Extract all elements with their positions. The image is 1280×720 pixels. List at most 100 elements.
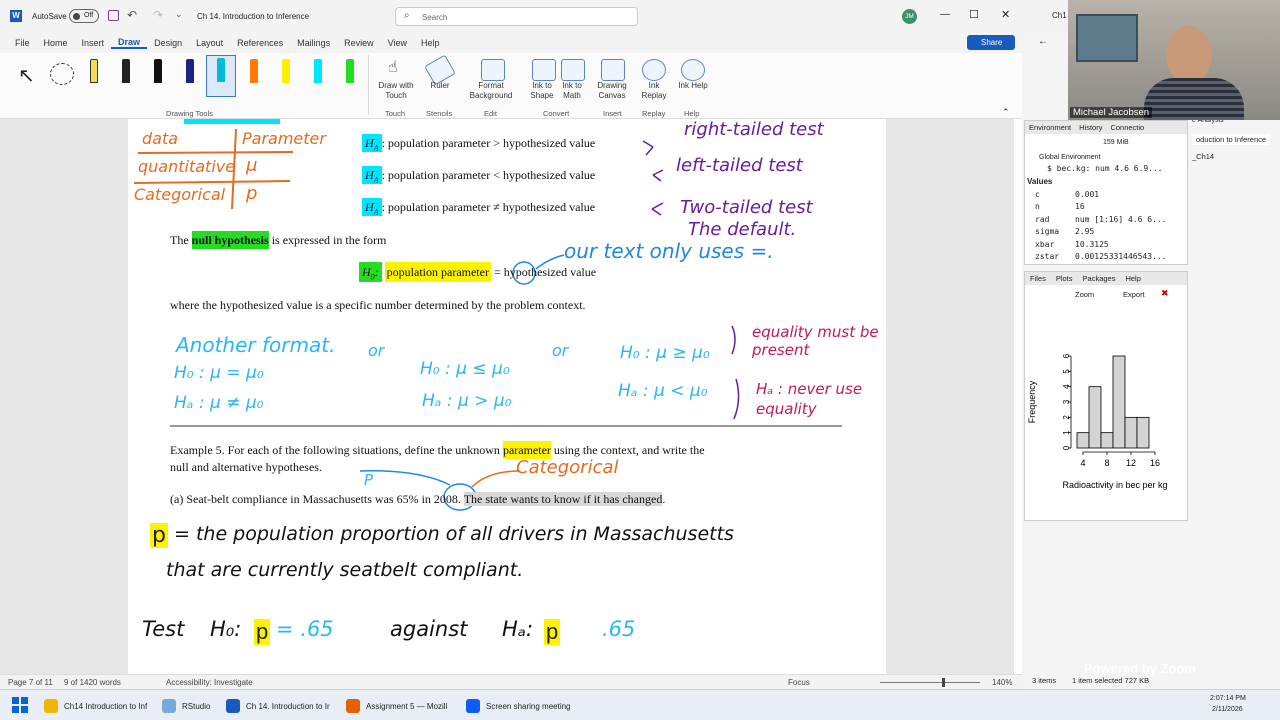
start-icon[interactable] xyxy=(12,697,28,713)
tab-file[interactable]: File xyxy=(8,38,37,48)
clear-plot-icon[interactable]: ✖ xyxy=(1161,288,1169,299)
ink-to-math-button[interactable]: Ink to Math xyxy=(557,81,587,101)
ink-help-button[interactable]: Ink Help xyxy=(678,81,708,91)
tab-layout[interactable]: Layout xyxy=(189,38,230,48)
value-row[interactable]: rad num [1:16] 4.6 6... xyxy=(1025,213,1183,226)
taskbar-item[interactable]: Screen sharing meeting xyxy=(466,694,571,718)
draw-with-touch-icon[interactable]: ☝ xyxy=(388,57,398,77)
taskbar-item[interactable]: Assignment 5 — Mozill xyxy=(346,694,447,718)
maximize-icon[interactable]: ☐ xyxy=(969,8,979,21)
tab-help[interactable]: Help xyxy=(414,38,447,48)
ink-to-shape-icon[interactable] xyxy=(532,59,556,81)
pen-tool-black-1-icon[interactable] xyxy=(116,57,136,93)
files-tab-help[interactable]: Help xyxy=(1120,272,1145,285)
memory-usage[interactable]: 159 MiB xyxy=(1103,139,1129,146)
ruler-button[interactable]: Ruler xyxy=(425,81,455,91)
lasso-select-icon[interactable] xyxy=(50,63,74,85)
export-button[interactable]: Export xyxy=(1123,290,1145,299)
highlighter-cyan-icon[interactable] xyxy=(308,57,328,93)
files-tab-plots[interactable]: Plots xyxy=(1051,272,1078,285)
clock-date[interactable]: 2/11/2026 xyxy=(1212,706,1243,713)
customize-qat-icon[interactable]: ⌄ xyxy=(175,9,183,20)
clock-time[interactable]: 2:07:14 PM xyxy=(1210,695,1246,702)
drawing-canvas-button[interactable]: Drawing Canvas xyxy=(593,81,631,101)
ink-replay-button[interactable]: Ink Replay xyxy=(637,81,671,101)
global-env-select[interactable]: Global Environment xyxy=(1039,154,1100,161)
rstudio-window: Ch1 ← e Analysis oduction to Inference _… xyxy=(1022,0,1280,689)
undo-icon[interactable]: ↶ xyxy=(127,8,137,22)
share-button[interactable]: Share xyxy=(967,35,1015,50)
tab-draw[interactable]: Draw xyxy=(111,37,148,49)
env-tab-2[interactable]: Connectio xyxy=(1106,121,1148,134)
tab-design[interactable]: Design xyxy=(147,38,189,48)
ink-help-icon[interactable] xyxy=(681,59,705,81)
highlighter-yellow-icon[interactable] xyxy=(276,57,296,93)
document-page[interactable]: data Parameter quantitative μ Categorica… xyxy=(128,119,886,674)
format-background-icon[interactable] xyxy=(481,59,505,81)
x-tick-label: 8 xyxy=(1104,458,1109,468)
files-tab-files[interactable]: Files xyxy=(1025,272,1051,285)
page-count[interactable]: Page 7 of 11 xyxy=(8,678,53,687)
draw-with-touch-button[interactable]: Draw with Touch xyxy=(376,81,416,101)
redo-icon[interactable]: ↷ xyxy=(153,8,163,22)
value-row[interactable]: xbar 10.3125 xyxy=(1025,238,1183,251)
zoom-slider[interactable] xyxy=(880,682,980,683)
tab-review[interactable]: Review xyxy=(337,38,381,48)
taskbar-item[interactable]: Ch14 Introduction to Inf xyxy=(44,694,147,718)
accessibility-status[interactable]: Accessibility: Investigate xyxy=(166,678,253,687)
focus-mode[interactable]: Focus xyxy=(788,678,810,687)
zoom-slider-thumb[interactable] xyxy=(942,678,945,687)
tab-view[interactable]: View xyxy=(381,38,414,48)
minimize-icon[interactable]: — xyxy=(940,9,950,20)
pen-tool-blue-icon[interactable] xyxy=(180,57,200,93)
ink-replay-icon[interactable] xyxy=(642,59,666,81)
taskbar-item[interactable]: RStudio xyxy=(162,694,210,718)
rstudio-tab[interactable]: Ch1 xyxy=(1052,11,1067,20)
intro-tab[interactable]: oduction to Inference xyxy=(1192,134,1271,145)
y-tick-label: 1 xyxy=(1062,430,1071,435)
pen-tool-yellow-icon[interactable] xyxy=(84,57,104,93)
group-replay: Replay xyxy=(642,109,666,118)
tab-home[interactable]: Home xyxy=(37,38,75,48)
search-box[interactable]: ⌕ Search xyxy=(395,7,638,26)
ink-h0-p: p xyxy=(254,619,271,645)
back-arrow-icon[interactable]: ← xyxy=(1038,36,1048,47)
group-edit: Edit xyxy=(484,109,497,118)
user-avatar[interactable]: JM xyxy=(902,9,917,24)
tab-mailings[interactable]: Mailings xyxy=(290,38,337,48)
word-count[interactable]: 9 of 1420 words xyxy=(64,678,121,687)
taskbar: Ch14 Introduction to Inf RStudio Ch 14. In… xyxy=(0,689,1280,720)
ink-test: Test xyxy=(142,617,185,641)
format-background-button[interactable]: Format Background xyxy=(462,81,520,101)
tab-references[interactable]: References xyxy=(230,38,290,48)
tab-insert[interactable]: Insert xyxy=(75,38,112,48)
pen-tool-cyan-selected-icon[interactable] xyxy=(206,55,236,97)
ink-to-shape-button[interactable]: Ink to Shape xyxy=(527,81,557,101)
value-name: xbar xyxy=(1035,239,1055,249)
y-tick-label: 0 xyxy=(1062,445,1071,450)
ink-to-math-icon[interactable] xyxy=(561,59,585,81)
value-row[interactable]: sigma 2.95 xyxy=(1025,226,1183,239)
save-icon[interactable] xyxy=(108,10,119,21)
drawing-canvas-icon[interactable] xyxy=(601,59,625,81)
close-icon[interactable]: ✕ xyxy=(1001,8,1010,21)
document-title[interactable]: Ch 14. Introduction to Inference xyxy=(197,12,309,21)
files-tab-packages[interactable]: Packages xyxy=(1078,272,1121,285)
pen-tool-black-2-icon[interactable] xyxy=(148,57,168,93)
highlighter-green-icon[interactable] xyxy=(340,57,360,93)
ink-ha-never: Hₐ : never use equality xyxy=(756,380,863,418)
env-tab-1[interactable]: History xyxy=(1075,121,1106,134)
value-row[interactable]: n 16 xyxy=(1025,201,1183,214)
autosave-toggle[interactable]: Off xyxy=(69,9,99,23)
ink-right-tailed: right-tailed test xyxy=(684,119,824,140)
highlighter-orange-icon[interactable] xyxy=(244,57,264,93)
zoom-level[interactable]: 140% xyxy=(992,678,1012,687)
zoom-button[interactable]: Zoom xyxy=(1075,290,1094,299)
select-arrow-icon[interactable]: ↖ xyxy=(18,63,35,88)
ch14-tab[interactable]: _Ch14 xyxy=(1192,152,1214,161)
value-row[interactable]: c 0.001 xyxy=(1025,188,1183,201)
env-tab-0[interactable]: Environment xyxy=(1025,121,1075,134)
taskbar-item[interactable]: Ch 14. Introduction to Ir xyxy=(226,694,330,718)
collapse-ribbon-icon[interactable]: ⌃ xyxy=(1002,107,1010,118)
value-row[interactable]: zstar 0.00125331446543... xyxy=(1025,251,1183,264)
